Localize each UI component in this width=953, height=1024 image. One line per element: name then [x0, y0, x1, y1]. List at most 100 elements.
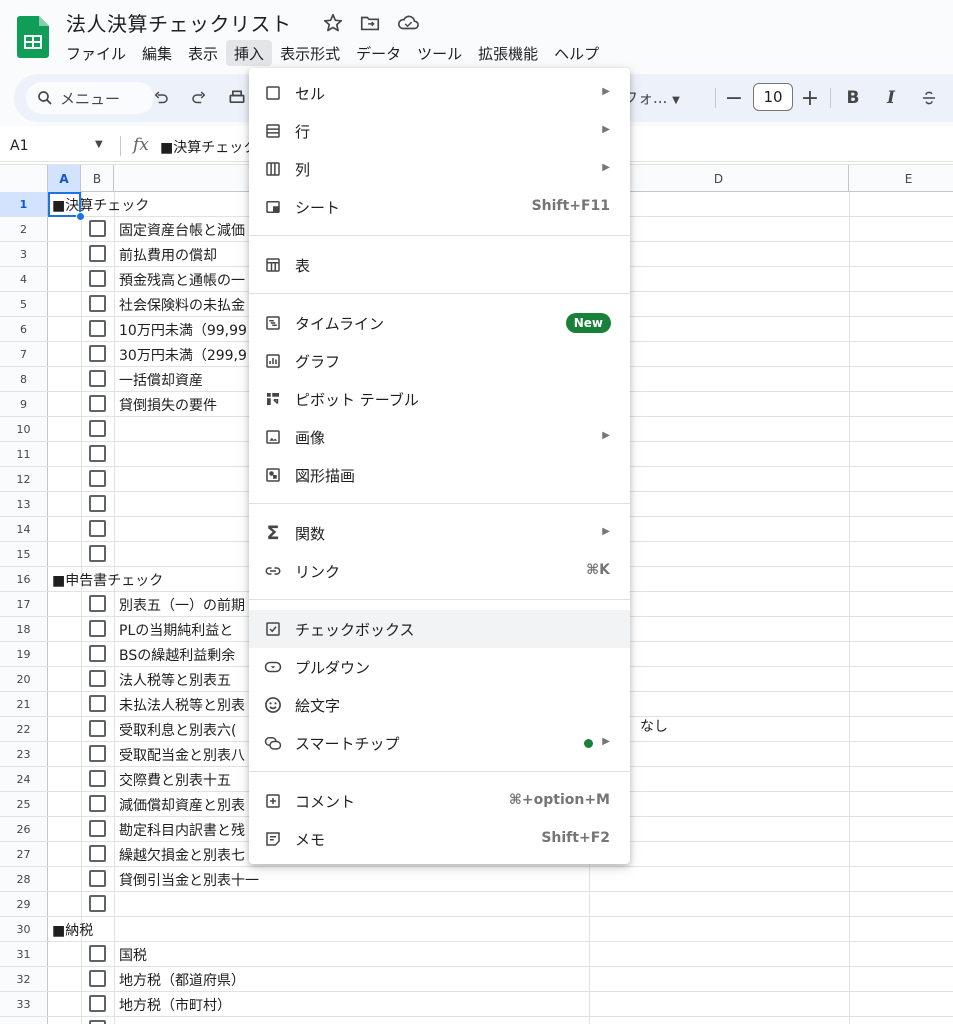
menu-item-timeline[interactable]: タイムライン New: [249, 304, 630, 342]
cell-item-text[interactable]: 地方税（都道府県）: [119, 970, 245, 990]
row-number[interactable]: 4: [0, 267, 48, 291]
row-checkbox[interactable]: [89, 695, 106, 712]
row-number[interactable]: 15: [0, 542, 48, 566]
row-checkbox[interactable]: [89, 520, 106, 537]
cell-item-text[interactable]: 受取配当金と別表八: [119, 745, 245, 765]
menu-item-image[interactable]: 画像 ▶: [249, 418, 630, 456]
cell-item-text[interactable]: 地方税（市町村）: [119, 995, 231, 1015]
row-number[interactable]: 6: [0, 317, 48, 341]
cell-item-text[interactable]: 受取利息と別表六(: [119, 720, 236, 740]
row-number[interactable]: 25: [0, 792, 48, 816]
menu-item-drawing[interactable]: 図形描画: [249, 456, 630, 494]
row-number[interactable]: 9: [0, 392, 48, 416]
row-checkbox[interactable]: [89, 970, 106, 987]
section-heading[interactable]: ■決算チェック: [52, 195, 149, 215]
fill-handle[interactable]: [76, 212, 85, 221]
cell-item-text[interactable]: BSの繰越利益剰余: [119, 645, 235, 665]
row-checkbox[interactable]: [89, 495, 106, 512]
cell-item-text[interactable]: PLの当期純利益と: [119, 620, 233, 640]
chevron-down-icon[interactable]: ▼: [95, 139, 103, 150]
row-number[interactable]: 24: [0, 767, 48, 791]
row-number[interactable]: 2: [0, 217, 48, 241]
menu-view[interactable]: 表示: [180, 40, 226, 66]
cell-item-text[interactable]: 繰越欠損金と別表七: [119, 845, 245, 865]
menu-data[interactable]: データ: [348, 40, 409, 66]
cloud-saved-icon[interactable]: [396, 12, 419, 34]
row-checkbox[interactable]: [89, 770, 106, 787]
row-number[interactable]: 29: [0, 892, 48, 916]
row-checkbox[interactable]: [89, 670, 106, 687]
menu-item-sheet[interactable]: シート Shift+F11: [249, 188, 630, 226]
section-heading[interactable]: ■納税: [52, 920, 93, 940]
row-number[interactable]: 13: [0, 492, 48, 516]
row-number[interactable]: 1: [0, 192, 48, 216]
menu-item-link[interactable]: リンク ⌘K: [249, 552, 630, 590]
cell-item-text[interactable]: 減価償却資産と別表: [119, 795, 245, 815]
cell-item-text[interactable]: 貸倒引当金と別表十一: [119, 870, 259, 890]
row-number[interactable]: 12: [0, 467, 48, 491]
row-number[interactable]: 20: [0, 667, 48, 691]
menu-tools[interactable]: ツール: [409, 40, 470, 66]
row-number[interactable]: 22: [0, 717, 48, 741]
row-number[interactable]: 30: [0, 917, 48, 941]
cell-item-text[interactable]: 固定資産台帳と減価: [119, 220, 245, 240]
cell-item-text[interactable]: 法人税等と別表五: [119, 670, 231, 690]
cell-d22[interactable]: なし: [640, 716, 668, 736]
sheets-logo-icon[interactable]: [17, 16, 49, 58]
print-icon[interactable]: [226, 87, 248, 109]
row-checkbox[interactable]: [89, 720, 106, 737]
cell-item-text[interactable]: 国税: [119, 945, 147, 965]
row-checkbox[interactable]: [89, 820, 106, 837]
row-number[interactable]: 33: [0, 992, 48, 1016]
row-checkbox[interactable]: [89, 395, 106, 412]
menu-help[interactable]: ヘルプ: [546, 40, 607, 66]
row-number[interactable]: 21: [0, 692, 48, 716]
document-title[interactable]: 法人決算チェックリスト: [66, 8, 292, 37]
row-checkbox[interactable]: [89, 245, 106, 262]
row-number[interactable]: 28: [0, 867, 48, 891]
italic-button[interactable]: I: [880, 87, 902, 109]
cell-item-text[interactable]: 未払法人税等と別表: [119, 695, 245, 715]
bold-button[interactable]: B: [842, 87, 864, 109]
row-checkbox[interactable]: [89, 795, 106, 812]
menu-item-chart[interactable]: グラフ: [249, 342, 630, 380]
strikethrough-icon[interactable]: [918, 87, 940, 109]
row-checkbox[interactable]: [89, 470, 106, 487]
cell-item-text[interactable]: 10万円未満（99,99: [119, 320, 247, 340]
row-number[interactable]: 7: [0, 342, 48, 366]
menu-search[interactable]: メニュー: [26, 82, 154, 114]
row-number[interactable]: 34: [0, 1017, 48, 1024]
row-number[interactable]: 10: [0, 417, 48, 441]
cell-item-text[interactable]: 前払費用の償却: [119, 245, 217, 265]
section-heading[interactable]: ■申告書チェック: [52, 570, 163, 590]
menu-item-smart-chip[interactable]: スマートチップ ▶: [249, 724, 630, 762]
row-number[interactable]: 3: [0, 242, 48, 266]
cell-item-text[interactable]: 30万円未満（299,9: [119, 345, 247, 365]
undo-icon[interactable]: [150, 87, 172, 109]
menu-item-sigma[interactable]: Σ 関数 ▶: [249, 514, 630, 552]
row-number[interactable]: 31: [0, 942, 48, 966]
font-family-select[interactable]: フォ... ▼: [623, 87, 680, 108]
name-box[interactable]: A1: [10, 138, 28, 154]
row-checkbox[interactable]: [89, 295, 106, 312]
row-checkbox[interactable]: [89, 445, 106, 462]
menu-item-pivot-table[interactable]: ピボット テーブル: [249, 380, 630, 418]
menu-item-dropdown[interactable]: プルダウン: [249, 648, 630, 686]
menu-item-checkbox[interactable]: チェックボックス: [249, 610, 630, 648]
redo-icon[interactable]: [188, 87, 210, 109]
cell-item-text[interactable]: 貸倒損失の要件: [119, 395, 217, 415]
star-icon[interactable]: [322, 12, 344, 34]
row-checkbox[interactable]: [89, 370, 106, 387]
menu-item-column[interactable]: 列 ▶: [249, 150, 630, 188]
column-header-a[interactable]: A: [48, 165, 81, 192]
row-number[interactable]: 16: [0, 567, 48, 591]
row-checkbox[interactable]: [89, 745, 106, 762]
row-checkbox[interactable]: [89, 1020, 106, 1024]
row-checkbox[interactable]: [89, 995, 106, 1012]
select-all-corner[interactable]: [0, 165, 48, 192]
row-number[interactable]: 26: [0, 817, 48, 841]
cell-item-text[interactable]: 別表五（一）の前期: [119, 595, 245, 615]
menu-extensions[interactable]: 拡張機能: [470, 40, 546, 66]
row-number[interactable]: 17: [0, 592, 48, 616]
cell-item-text[interactable]: 一括償却資産: [119, 370, 203, 390]
